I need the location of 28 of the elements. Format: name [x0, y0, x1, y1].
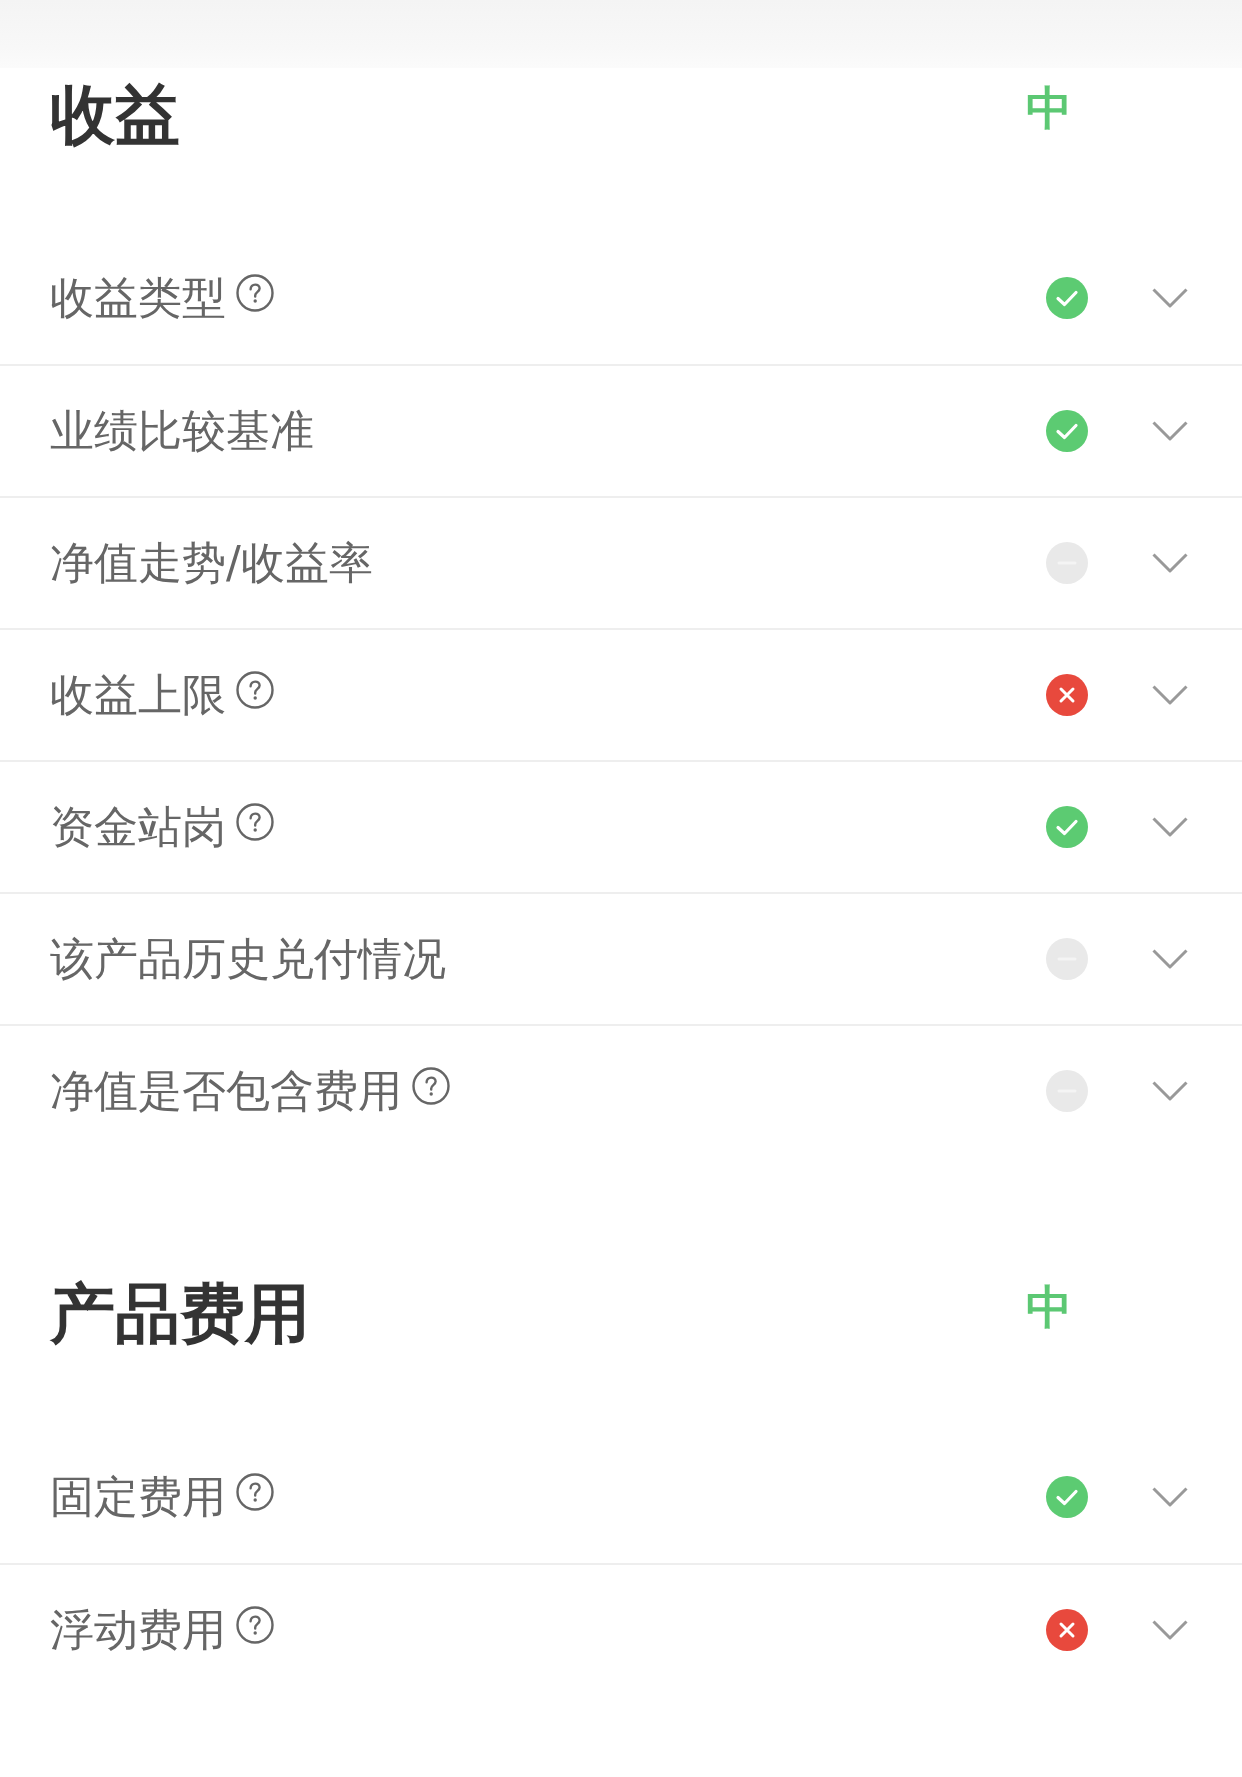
- chevron-down-icon[interactable]: [1152, 1487, 1188, 1507]
- row-label: 业绩比较基准: [50, 404, 314, 458]
- rating-label: 中: [1026, 1282, 1072, 1332]
- help-icon[interactable]: [236, 671, 274, 709]
- chevron-down-icon[interactable]: [1152, 685, 1188, 705]
- help-icon[interactable]: [412, 1067, 450, 1105]
- row-label: 该产品历史兑付情况: [50, 932, 446, 986]
- chevron-down-icon[interactable]: [1152, 949, 1188, 969]
- row-label: 净值走势/收益率: [50, 536, 373, 590]
- chevron-down-icon[interactable]: [1152, 553, 1188, 573]
- help-icon[interactable]: [236, 1473, 274, 1511]
- chevron-down-icon[interactable]: [1152, 1081, 1188, 1101]
- row-label: 收益上限: [50, 668, 226, 722]
- row-label: 收益类型: [50, 271, 226, 325]
- section-title: 收益: [50, 79, 180, 151]
- section-title: 产品费用: [50, 1278, 310, 1350]
- chevron-down-icon[interactable]: [1152, 817, 1188, 837]
- chevron-down-icon[interactable]: [1152, 421, 1188, 441]
- help-icon[interactable]: [236, 1606, 274, 1644]
- help-icon[interactable]: [236, 274, 274, 312]
- row-label: 净值是否包含费用: [50, 1064, 402, 1118]
- row-label: 浮动费用: [50, 1603, 226, 1657]
- chevron-down-icon[interactable]: [1152, 1620, 1188, 1640]
- row-label: 固定费用: [50, 1470, 226, 1524]
- rating-label: 中: [1026, 83, 1072, 133]
- row-label: 资金站岗: [50, 800, 226, 854]
- help-icon[interactable]: [236, 803, 274, 841]
- chevron-down-icon[interactable]: [1152, 288, 1188, 308]
